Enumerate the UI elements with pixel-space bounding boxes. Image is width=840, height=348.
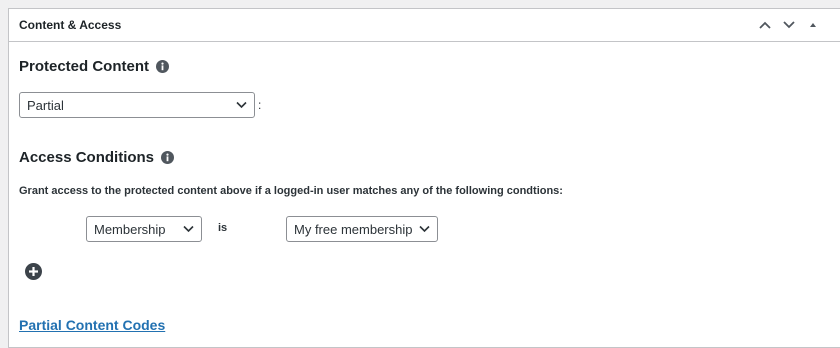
partial-content-codes-link[interactable]: Partial Content Codes — [19, 317, 165, 333]
access-conditions-heading: Access Conditions — [19, 149, 175, 166]
condition-value-value: My free membership — [294, 221, 413, 237]
protected-content-heading-label: Protected Content — [19, 58, 150, 75]
chevron-down-icon — [183, 225, 194, 233]
chevron-down-icon — [419, 225, 430, 233]
content-access-metabox: Content & Access Protected Content Parti… — [8, 8, 840, 348]
protected-content-heading: Protected Content — [19, 58, 170, 75]
condition-field-value: Membership — [94, 221, 166, 237]
info-icon[interactable] — [156, 60, 170, 73]
protected-content-select-value: Partial — [27, 97, 64, 113]
triangle-up-icon — [810, 23, 816, 27]
info-icon[interactable] — [161, 151, 175, 164]
metabox-header: Content & Access — [9, 9, 840, 42]
chevron-up-icon — [759, 21, 771, 29]
add-condition-button[interactable] — [25, 263, 42, 280]
metabox-title: Content & Access — [19, 18, 122, 32]
chevron-down-icon — [236, 101, 247, 109]
header-controls — [755, 15, 827, 35]
access-conditions-heading-label: Access Conditions — [19, 149, 155, 166]
protected-content-select[interactable]: Partial — [19, 92, 255, 118]
toggle-panel-button[interactable] — [803, 15, 823, 35]
chevron-down-icon — [783, 21, 795, 29]
access-conditions-description: Grant access to the protected content ab… — [19, 185, 563, 197]
condition-field-select[interactable]: Membership — [86, 216, 202, 242]
condition-operator-label: is — [218, 222, 228, 234]
move-down-button[interactable] — [779, 15, 799, 35]
condition-value-select[interactable]: My free membership — [286, 216, 438, 242]
select-colon: : — [258, 98, 262, 112]
move-up-button[interactable] — [755, 15, 775, 35]
plus-circle-icon — [25, 263, 42, 280]
